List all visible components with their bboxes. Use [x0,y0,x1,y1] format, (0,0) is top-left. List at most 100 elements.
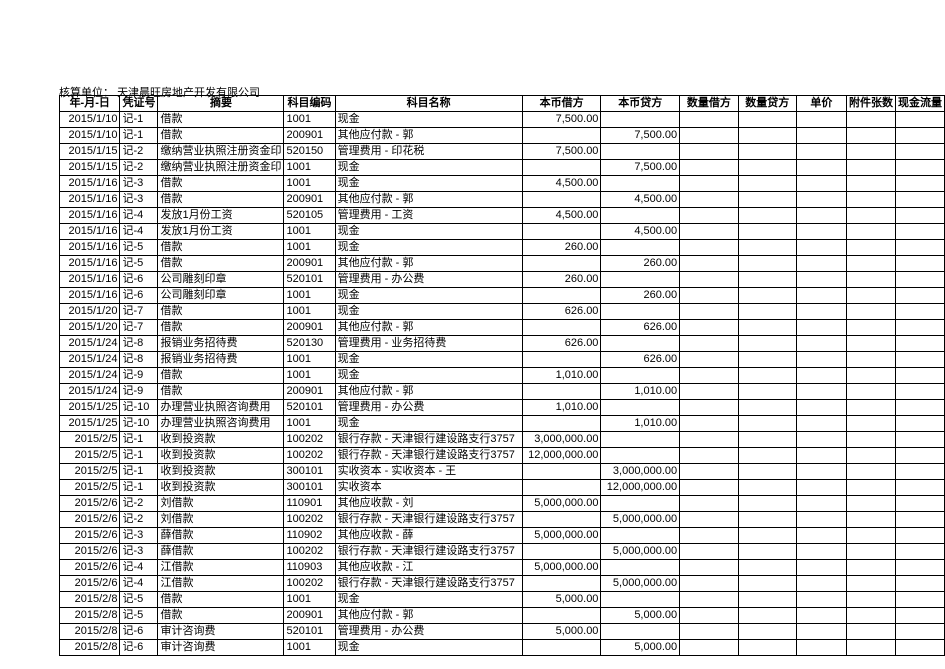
cell-credit [601,208,680,224]
cell-price [796,448,846,464]
cell-qd [680,560,738,576]
cell-qc [738,352,796,368]
cell-debit [522,320,601,336]
cell-name: 其他应付款 - 郭 [335,320,522,336]
cell-name: 管理费用 - 办公费 [335,624,522,640]
cell-qc [738,272,796,288]
cell-att [846,432,895,448]
cell-code: 520101 [284,624,335,640]
cell-cash [895,160,944,176]
cell-cash [895,192,944,208]
cell-qd [680,496,738,512]
cell-date: 2015/1/16 [60,272,120,288]
cell-att [846,128,895,144]
cell-att [846,160,895,176]
cell-code: 100202 [284,448,335,464]
cell-credit [601,176,680,192]
table-row: 2015/1/16记-5借款1001现金260.00 [60,240,945,256]
cell-vno: 记-3 [120,176,158,192]
cell-qc [738,224,796,240]
cell-debit [522,544,601,560]
table-row: 2015/1/15记-2缴纳营业执照注册资金印1001现金7,500.00 [60,160,945,176]
cell-cash [895,272,944,288]
cell-debit: 260.00 [522,240,601,256]
cell-date: 2015/1/16 [60,176,120,192]
cell-cash [895,224,944,240]
cell-qc [738,640,796,656]
table-row: 2015/1/20记-7借款1001现金626.00 [60,304,945,320]
cell-date: 2015/2/5 [60,448,120,464]
cell-vno: 记-2 [120,496,158,512]
cell-cash [895,288,944,304]
cell-debit: 260.00 [522,272,601,288]
cell-debit [522,192,601,208]
cell-summary: 办理营业执照咨询费用 [158,416,284,432]
cell-debit: 626.00 [522,336,601,352]
cell-summary: 收到投资款 [158,464,284,480]
cell-qd [680,288,738,304]
cell-summary: 借款 [158,608,284,624]
cell-qd [680,320,738,336]
cell-date: 2015/1/24 [60,352,120,368]
cell-code: 1001 [284,240,335,256]
cell-qd [680,384,738,400]
ledger-body: 2015/1/10记-1借款1001现金7,500.002015/1/10记-1… [60,112,945,656]
col-debit-header: 本币借方 [522,96,601,112]
cell-debit: 626.00 [522,304,601,320]
cell-qc [738,480,796,496]
cell-name: 实收资本 [335,480,522,496]
cell-cash [895,352,944,368]
cell-credit [601,448,680,464]
cell-qc [738,576,796,592]
cell-vno: 记-6 [120,624,158,640]
cell-cash [895,432,944,448]
cell-date: 2015/2/6 [60,512,120,528]
table-row: 2015/1/10记-1借款200901其他应付款 - 郭7,500.00 [60,128,945,144]
cell-att [846,384,895,400]
cell-vno: 记-3 [120,544,158,560]
cell-debit: 5,000,000.00 [522,496,601,512]
table-row: 2015/2/5记-1收到投资款300101实收资本12,000,000.00 [60,480,945,496]
cell-date: 2015/2/8 [60,608,120,624]
cell-summary: 刘借款 [158,512,284,528]
col-attach-header: 附件张数 [846,96,895,112]
cell-debit [522,384,601,400]
cell-qc [738,560,796,576]
table-row: 2015/2/6记-4江借款110903其他应收款 - 江5,000,000.0… [60,560,945,576]
cell-vno: 记-1 [120,112,158,128]
cell-cash [895,240,944,256]
cell-vno: 记-3 [120,528,158,544]
cell-summary: 发放1月份工资 [158,208,284,224]
cell-credit: 3,000,000.00 [601,464,680,480]
cell-code: 1001 [284,224,335,240]
cell-qd [680,608,738,624]
cell-qc [738,144,796,160]
cell-credit: 4,500.00 [601,192,680,208]
cell-date: 2015/1/24 [60,336,120,352]
cell-qd [680,304,738,320]
cell-date: 2015/1/20 [60,304,120,320]
cell-vno: 记-5 [120,256,158,272]
cell-qd [680,544,738,560]
cell-summary: 报销业务招待费 [158,336,284,352]
cell-credit [601,112,680,128]
cell-vno: 记-4 [120,208,158,224]
cell-debit: 7,500.00 [522,144,601,160]
cell-qc [738,320,796,336]
cell-att [846,576,895,592]
cell-att [846,416,895,432]
cell-credit: 1,010.00 [601,384,680,400]
cell-code: 520101 [284,400,335,416]
cell-name: 管理费用 - 工资 [335,208,522,224]
cell-cash [895,400,944,416]
cell-name: 其他应付款 - 郭 [335,384,522,400]
cell-debit: 3,000,000.00 [522,432,601,448]
table-row: 2015/1/20记-7借款200901其他应付款 - 郭626.00 [60,320,945,336]
cell-vno: 记-6 [120,288,158,304]
cell-name: 银行存款 - 天津银行建设路支行3757 [335,512,522,528]
cell-credit: 7,500.00 [601,128,680,144]
cell-vno: 记-9 [120,368,158,384]
cell-code: 1001 [284,368,335,384]
cell-summary: 收到投资款 [158,432,284,448]
cell-vno: 记-7 [120,304,158,320]
